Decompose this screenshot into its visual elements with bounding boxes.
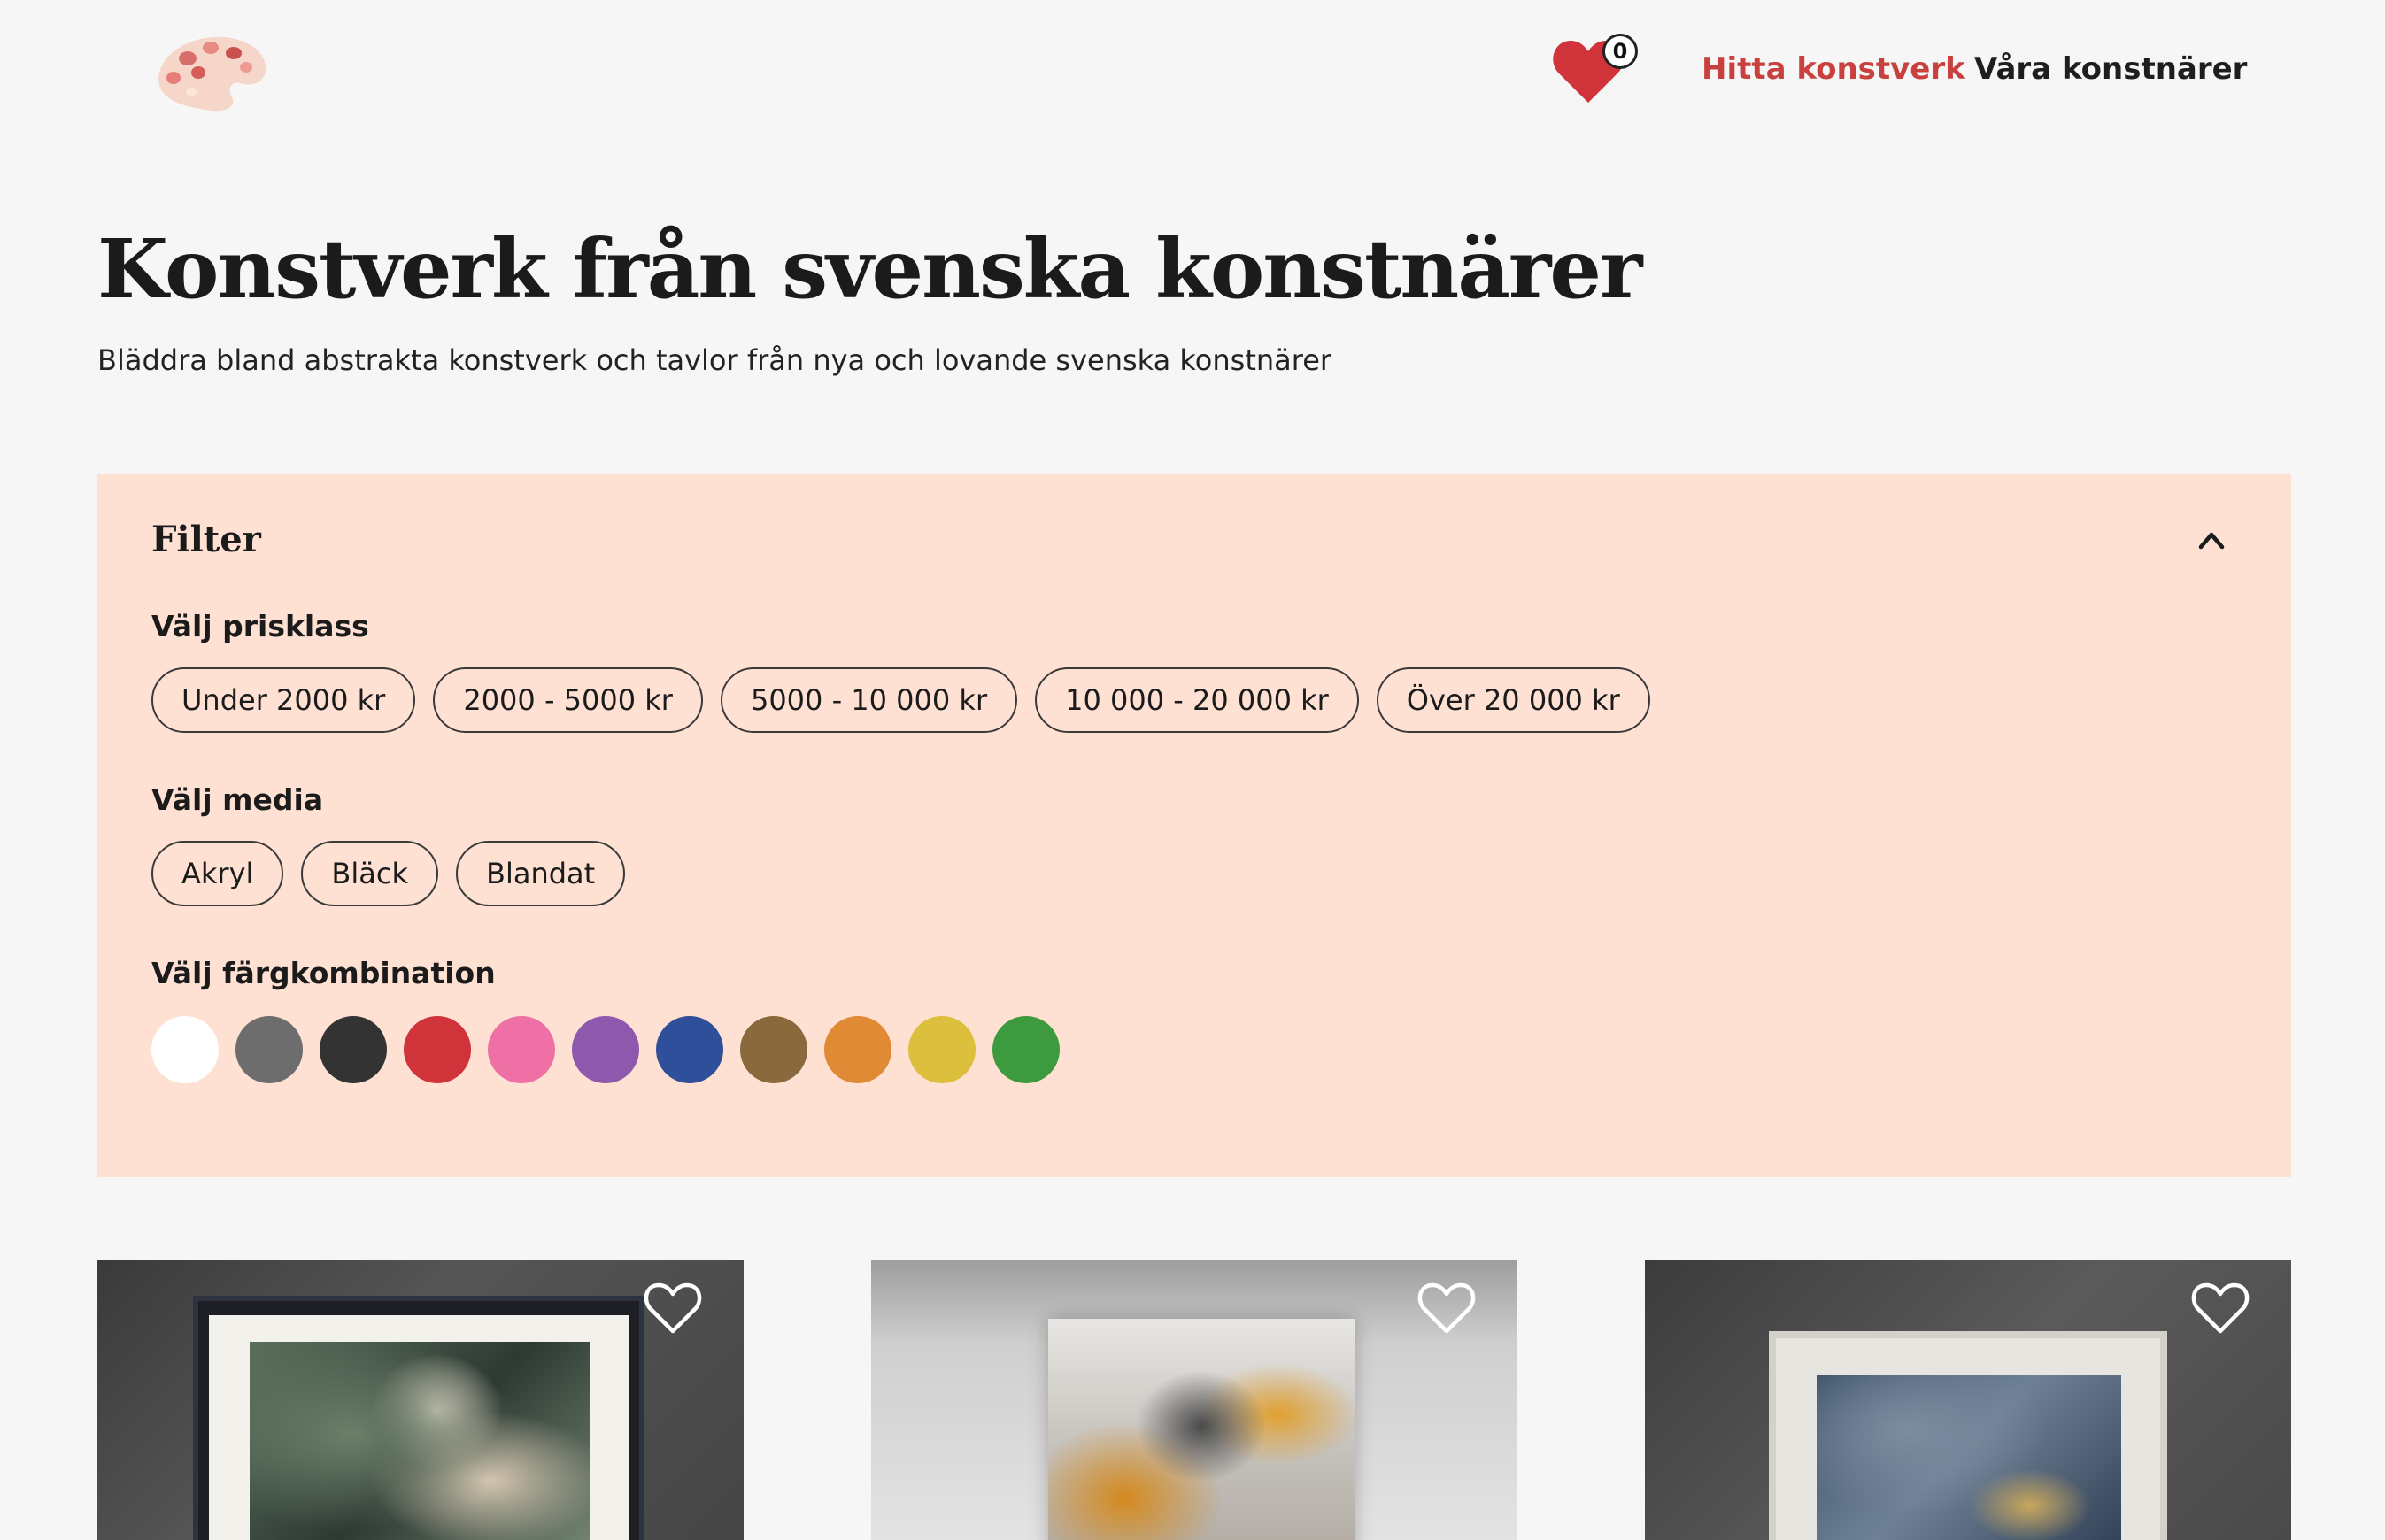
media-label: Välj media — [151, 782, 324, 817]
color-swatch-yellow[interactable] — [908, 1016, 976, 1083]
price-chip-2000-5000[interactable]: 2000 - 5000 kr — [433, 667, 703, 733]
filter-title: Filter — [151, 519, 261, 560]
color-swatch-gray[interactable] — [235, 1016, 303, 1083]
artwork-image — [1817, 1375, 2121, 1540]
artwork-card[interactable] — [871, 1260, 1517, 1540]
color-swatch-purple[interactable] — [572, 1016, 639, 1083]
color-swatch-white[interactable] — [151, 1016, 219, 1083]
price-chip-over-20000[interactable]: Över 20 000 kr — [1376, 667, 1650, 733]
artwork-image — [250, 1342, 590, 1540]
heart-outline-icon[interactable] — [2190, 1282, 2250, 1336]
media-chip-akryl[interactable]: Akryl — [151, 841, 284, 906]
price-chip-row: Under 2000 kr 2000 - 5000 kr 5000 - 10 0… — [151, 667, 1650, 733]
color-swatch-red[interactable] — [404, 1016, 471, 1083]
color-label: Välj färgkombination — [151, 956, 496, 990]
price-chip-under-2000[interactable]: Under 2000 kr — [151, 667, 416, 733]
color-swatch-pink[interactable] — [488, 1016, 555, 1083]
color-swatch-black[interactable] — [320, 1016, 387, 1083]
page-title: Konstverk från svenska konstnärer — [97, 221, 1642, 317]
palette-icon[interactable] — [152, 32, 271, 113]
price-chip-10000-20000[interactable]: 10 000 - 20 000 kr — [1035, 667, 1359, 733]
color-swatch-row — [151, 1016, 1060, 1083]
media-chip-black[interactable]: Bläck — [301, 841, 438, 906]
artwork-image — [1048, 1319, 1355, 1540]
media-chip-blandat[interactable]: Blandat — [455, 841, 626, 906]
page-subtitle: Bläddra bland abstrakta konstverk och ta… — [97, 343, 1332, 377]
color-swatch-green[interactable] — [992, 1016, 1060, 1083]
price-label: Välj prisklass — [151, 609, 369, 643]
chevron-up-icon[interactable] — [2192, 524, 2231, 556]
wishlist-count-badge: 0 — [1602, 34, 1638, 69]
color-swatch-brown[interactable] — [740, 1016, 807, 1083]
heart-outline-icon[interactable] — [643, 1282, 703, 1336]
price-chip-5000-10000[interactable]: 5000 - 10 000 kr — [720, 667, 1018, 733]
color-swatch-blue[interactable] — [656, 1016, 723, 1083]
nav-vara-konstnarer[interactable]: Våra konstnärer — [1974, 51, 2247, 87]
heart-outline-icon[interactable] — [1416, 1282, 1477, 1336]
color-swatch-orange[interactable] — [824, 1016, 891, 1083]
filter-panel: Filter Välj prisklass Under 2000 kr 2000… — [97, 474, 2291, 1177]
nav-hitta-konstverk[interactable]: Hitta konstverk — [1702, 51, 1965, 87]
artwork-card[interactable] — [1645, 1260, 2291, 1540]
media-chip-row: Akryl Bläck Blandat — [151, 841, 626, 906]
artwork-card[interactable] — [97, 1260, 744, 1540]
